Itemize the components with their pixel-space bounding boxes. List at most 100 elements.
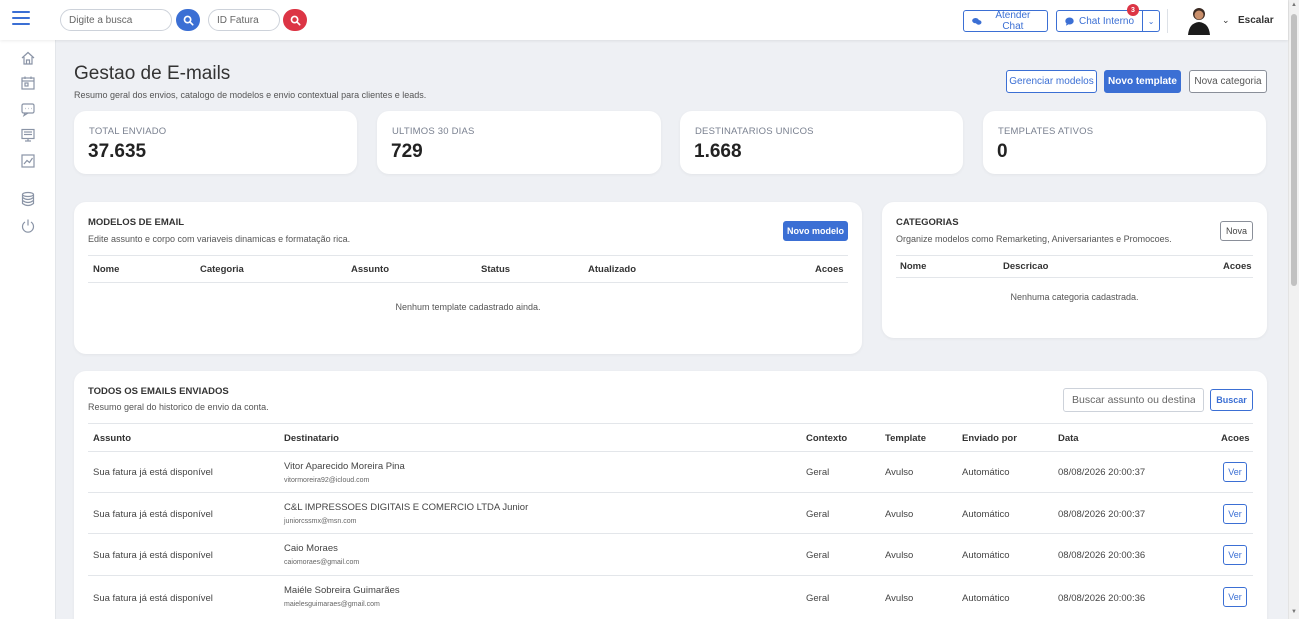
stat-card-last-30-days: ULTIMOS 30 DIAS 729 (377, 111, 661, 174)
scroll-down-arrow-icon[interactable]: ▼ (1291, 609, 1297, 615)
recipient-name: Maiéle Sobreira Guimarães (284, 585, 400, 596)
search-icon (290, 15, 301, 26)
search-button[interactable] (176, 9, 200, 31)
divider (88, 255, 848, 256)
panel-subtitle: Edite assunto e corpo com variaveis dina… (88, 234, 351, 244)
recipient-email: vitormoreira92@icloud.com (284, 477, 370, 484)
avatar[interactable] (1185, 5, 1213, 35)
divider (896, 277, 1253, 278)
new-model-button[interactable]: Novo modelo (783, 221, 848, 241)
scroll-up-arrow-icon[interactable]: ▲ (1291, 2, 1297, 8)
column-header[interactable]: Enviado por (962, 433, 1017, 444)
email-search-input[interactable] (1063, 388, 1204, 412)
hamburger-menu-icon[interactable] (12, 11, 30, 27)
chat-notification-badge: 3 (1127, 4, 1139, 16)
context-cell: Geral (806, 467, 830, 478)
template-cell: Avulso (885, 467, 914, 478)
email-search-button[interactable]: Buscar (1210, 389, 1253, 411)
divider (1167, 9, 1168, 33)
search-input[interactable] (60, 9, 172, 31)
column-header[interactable]: Template (885, 433, 926, 444)
column-header[interactable]: Contexto (806, 433, 847, 444)
chat-bubbles-icon (972, 17, 982, 25)
column-header[interactable]: Descricao (1003, 261, 1048, 272)
panel-title: CATEGORIAS (896, 217, 959, 228)
database-icon[interactable] (20, 191, 36, 207)
column-header[interactable]: Assunto (93, 433, 131, 444)
view-email-button[interactable]: Ver (1223, 587, 1247, 607)
divider (88, 451, 1253, 452)
chat-dropdown-caret-icon[interactable]: ⌄ (1143, 10, 1161, 32)
stat-value: 37.635 (88, 141, 147, 162)
column-header: Acoes (1223, 261, 1252, 272)
scroll-thumb[interactable] (1291, 14, 1297, 286)
chat-icon[interactable] (20, 101, 36, 117)
sent-by-cell: Automático (962, 467, 1010, 478)
view-email-button[interactable]: Ver (1223, 504, 1247, 524)
view-email-button[interactable]: Ver (1223, 545, 1247, 565)
empty-state-message: Nenhum template cadastrado ainda. (395, 302, 541, 312)
column-header: Acoes (815, 264, 844, 275)
monitor-icon[interactable] (20, 127, 36, 143)
email-subject: Sua fatura já está disponível (93, 550, 213, 561)
chart-icon[interactable] (20, 153, 36, 169)
date-cell: 08/08/2026 20:00:36 (1058, 593, 1146, 604)
email-models-panel (74, 202, 862, 354)
context-cell: Geral (806, 550, 830, 561)
chat-icon (1065, 17, 1074, 26)
context-cell: Geral (806, 593, 830, 604)
email-subject: Sua fatura já está disponível (93, 509, 213, 520)
calendar-icon[interactable] (20, 75, 36, 91)
atender-chat-button[interactable]: Atender Chat (963, 10, 1048, 32)
invoice-search-button[interactable] (283, 9, 307, 31)
recipient-name: Vitor Aparecido Moreira Pina (284, 461, 405, 472)
column-header[interactable]: Destinatario (284, 433, 339, 444)
divider (896, 255, 1253, 256)
atender-chat-label: Atender Chat (995, 10, 1031, 32)
chat-interno-label: Chat Interno (1079, 15, 1135, 27)
date-cell: 08/08/2026 20:00:37 (1058, 509, 1146, 520)
home-icon[interactable] (20, 50, 36, 66)
column-header[interactable]: Data (1058, 433, 1079, 444)
template-cell: Avulso (885, 593, 914, 604)
recipient-email: juniorcssmx@msn.com (284, 518, 357, 525)
stat-label: TEMPLATES ATIVOS (998, 126, 1094, 137)
new-template-button[interactable]: Novo template (1104, 70, 1181, 93)
panel-title: MODELOS DE EMAIL (88, 217, 185, 228)
sent-by-cell: Automático (962, 509, 1010, 520)
sent-by-cell: Automático (962, 593, 1010, 604)
column-header[interactable]: Atualizado (588, 264, 636, 275)
power-icon[interactable] (20, 218, 36, 234)
recipient-name: Caio Moraes (284, 543, 338, 554)
page-subtitle: Resumo geral dos envios, catalogo de mod… (74, 90, 427, 100)
invoice-id-input[interactable] (208, 9, 280, 31)
column-header: Acoes (1221, 433, 1250, 444)
new-category-small-button[interactable]: Nova (1220, 221, 1253, 241)
recipient-email: caiomoraes@gmail.com (284, 559, 360, 566)
user-menu-label[interactable]: Escalar (1238, 15, 1274, 26)
column-header[interactable]: Nome (900, 261, 926, 272)
page-scrollbar[interactable]: ▲ ▼ (1288, 0, 1299, 619)
column-header[interactable]: Categoria (200, 264, 244, 275)
column-header[interactable]: Status (481, 264, 510, 275)
chevron-down-icon[interactable]: ⌄ (1222, 15, 1230, 26)
column-header[interactable]: Assunto (351, 264, 389, 275)
manage-models-button[interactable]: Gerenciar modelos (1006, 70, 1097, 93)
date-cell: 08/08/2026 20:00:37 (1058, 467, 1146, 478)
panel-title: TODOS OS EMAILS ENVIADOS (88, 386, 229, 397)
stat-label: TOTAL ENVIADO (89, 126, 167, 137)
search-icon (183, 15, 194, 26)
view-email-button[interactable]: Ver (1223, 462, 1247, 482)
divider (88, 423, 1253, 424)
page-title: Gestao de E-mails (74, 63, 231, 84)
date-cell: 08/08/2026 20:00:36 (1058, 550, 1146, 561)
stat-value: 1.668 (694, 141, 742, 162)
stat-card-unique-recipients: DESTINATARIOS UNICOS 1.668 (680, 111, 963, 174)
context-cell: Geral (806, 509, 830, 520)
new-category-button[interactable]: Nova categoria (1189, 70, 1267, 93)
column-header[interactable]: Nome (93, 264, 119, 275)
stat-value: 729 (391, 141, 423, 162)
recipient-name: C&L IMPRESSOES DIGITAIS E COMERCIO LTDA … (284, 502, 529, 513)
template-cell: Avulso (885, 509, 914, 520)
chat-interno-group: Chat Interno ⌄ (1056, 10, 1161, 32)
